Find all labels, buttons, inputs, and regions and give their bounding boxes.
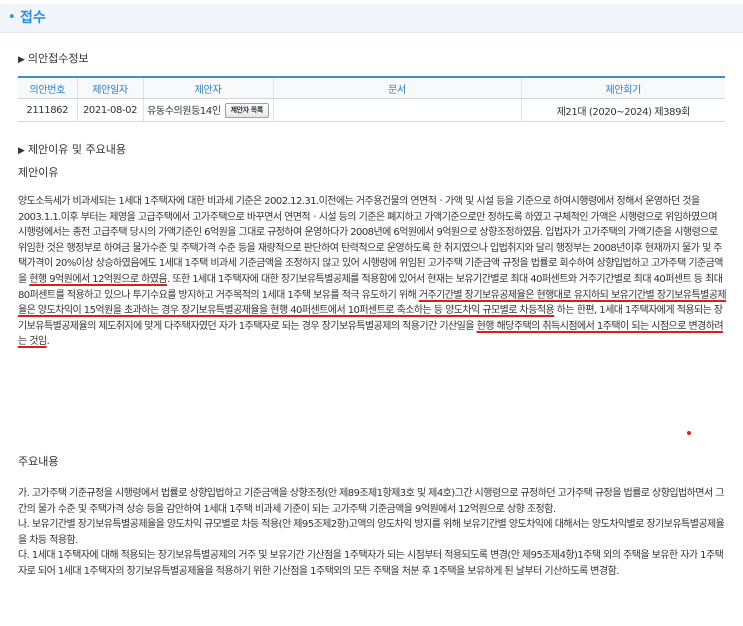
reason-subtitle: 제안이유 [18,166,59,179]
proposer-name: 유동수의원등14인 [147,105,221,117]
receipt-info-table: 의안번호 제안일자 제안자 문서 제안회기 2111862 2021-08-02… [18,76,725,122]
proposer-cell: 유동수의원등14인 제안자 목록 [143,98,274,122]
proposer-list-button[interactable]: 제안자 목록 [224,103,269,119]
col-bill-no: 의안번호 [18,76,78,99]
section-title: 접수 [20,10,46,26]
main-content-subtitle: 주요내용 [18,455,59,468]
document-cell [273,98,522,122]
main-item: 나. 보유기간별 장기보유특별공제율을 양도차익 규모별로 차등 적용(안 제9… [18,519,725,546]
main-item: 다. 1세대 1주택자에 대해 적용되는 장기보유특별공제의 거주 및 보유기간… [18,550,724,577]
col-date: 제안일자 [77,76,144,99]
reason-text: 양도소득세가 비과세되는 1세대 1주택자에 대한 비과세 기준은 2002.1… [18,196,727,348]
triangle-right-icon: ▶ [18,55,25,65]
section-header: • 접수 [0,4,743,33]
bullet-icon: • [8,10,16,25]
main-content-text: 가. 고가주택 기준규정을 시행령에서 법률로 상향입법하고 기준금액을 상향조… [18,486,728,580]
reasons-label: ▶ 제안이유 및 주요내용 [18,143,126,156]
date-cell: 2021-08-02 [77,98,144,122]
session-cell: 제21대 (2020~2024) 제389회 [521,98,725,122]
triangle-right-icon: ▶ [18,146,25,156]
main-item: 가. 고가주택 기준규정을 시행령에서 법률로 상향입법하고 기준금액을 상향조… [18,488,724,515]
col-document: 문서 [273,76,522,99]
highlight-amount: 현행 9억원에서 12억원으로 하였음 [29,273,168,285]
table-row: 2111862 2021-08-02 유동수의원등14인 제안자 목록 제21대 … [18,98,725,122]
col-proposer: 제안자 [143,76,274,99]
bill-no-cell: 2111862 [18,98,78,122]
annotation-dot [687,431,691,435]
receipt-info-label: ▶ 의안접수정보 [18,52,89,65]
table-header-row: 의안번호 제안일자 제안자 문서 제안회기 [18,76,725,99]
col-session: 제안회기 [521,76,725,99]
